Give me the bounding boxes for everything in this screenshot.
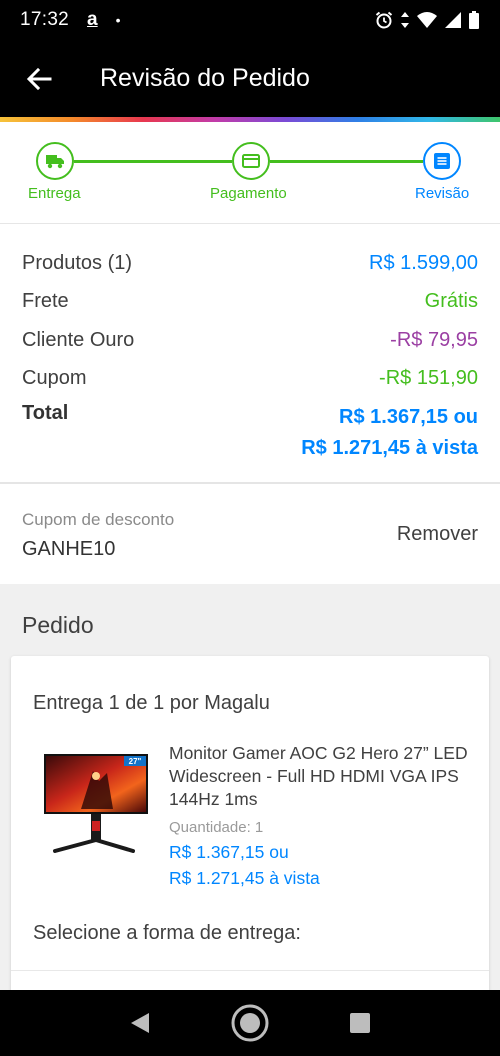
product-price-cash: R$ 1.271,45 à vista [169,868,320,888]
status-icons [374,10,480,30]
order-summary: Produtos (1) R$ 1.599,00 Frete Grátis Cl… [0,232,500,484]
coupon-section-label: Cupom de desconto [22,510,175,529]
delivery-heading: Entrega 1 de 1 por Magalu [33,692,270,714]
gold-client-value: -R$ 79,95 [390,329,478,351]
coupon-value: -R$ 151,90 [379,367,478,389]
gold-client-label: Cliente Ouro [22,329,135,351]
step-pagamento[interactable] [232,142,270,180]
nav-back-icon[interactable] [129,1011,151,1035]
arrow-back-icon [26,67,52,90]
system-nav-bar [0,990,500,1056]
monitor-image: 27" [44,754,148,853]
nav-home-icon[interactable] [230,1003,270,1043]
summary-row-coupon: Cupom -R$ 151,90 [22,367,478,390]
shipping-value: Grátis [424,290,478,312]
total-value-installments: R$ 1.367,15 ou [339,406,478,428]
divider [11,970,489,971]
step-label-entrega: Entrega [28,185,81,202]
summary-row-shipping: Frete Grátis [22,290,478,313]
products-label: Produtos (1) [22,252,133,274]
coupon-code: GANHE10 [22,538,116,560]
step-connector [74,160,232,163]
step-connector [270,160,423,163]
delivery-card: Entrega 1 de 1 por Magalu 27" Monitor Ga… [11,656,489,996]
alarm-icon [375,11,393,29]
app-bar: Revisão do Pedido [0,40,500,117]
amazon-notification-icon: a [87,9,98,30]
list-icon [434,153,450,169]
coupon-section: Cupom de desconto GANHE10 Remover [0,486,500,584]
data-arrows-icon [401,12,409,28]
coupon-label: Cupom [22,367,87,389]
status-bar: 17:32 a • [0,0,500,40]
product-price-installments: R$ 1.367,15 ou [169,842,289,862]
back-button[interactable] [0,40,78,117]
product-quantity: Quantidade: 1 [169,819,264,836]
checkout-stepper: Entrega Pagamento Revisão [0,122,500,224]
nav-recents-icon[interactable] [349,1012,371,1034]
summary-row-products: Produtos (1) R$ 1.599,00 [22,252,478,275]
truck-icon [46,155,64,169]
products-value: R$ 1.599,00 [369,252,478,274]
signal-icon [445,12,461,28]
wifi-icon [417,12,437,28]
remove-coupon-button[interactable]: Remover [397,523,478,546]
total-value: R$ 1.367,15 ou R$ 1.271,45 à vista [301,402,478,464]
order-title: Pedido [22,612,94,638]
order-section: Pedido Entrega 1 de 1 por Magalu 27" Mon… [0,584,500,996]
product-name[interactable]: Monitor Gamer AOC G2 Hero 27” LED Widesc… [169,742,469,811]
step-label-pagamento: Pagamento [210,185,287,202]
product-image[interactable]: 27" [41,751,151,859]
page-title: Revisão do Pedido [100,64,310,92]
step-revisao[interactable] [423,142,461,180]
card-icon [242,154,260,168]
monitor-size-badge: 27" [129,757,142,766]
shipping-label: Frete [22,290,69,312]
clock: 17:32 [20,9,70,30]
step-label-revisao: Revisão [415,185,470,202]
total-value-cash: R$ 1.271,45 à vista [301,437,478,459]
battery-icon [469,11,479,29]
step-entrega[interactable] [36,142,74,180]
total-label: Total [22,402,69,424]
notification-dot: • [115,12,121,28]
summary-row-total: Total R$ 1.367,15 ou R$ 1.271,45 à vista [22,402,478,464]
summary-row-gold: Cliente Ouro -R$ 79,95 [22,329,478,352]
select-delivery-heading: Selecione a forma de entrega: [33,922,301,944]
